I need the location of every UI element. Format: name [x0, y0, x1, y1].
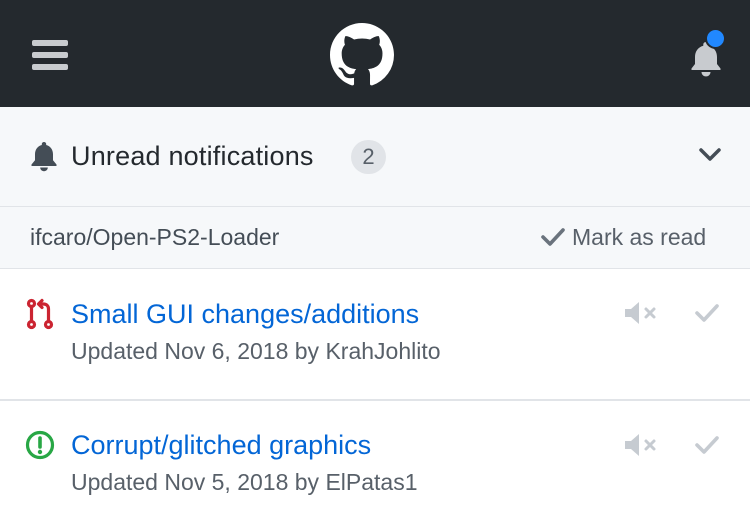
hamburger-icon: [32, 40, 68, 46]
mute-icon[interactable]: [622, 299, 658, 327]
unread-indicator-dot: [705, 28, 726, 49]
notification-meta: Updated Nov 5, 2018 by ElPatas1: [71, 469, 418, 495]
hamburger-icon-bar: [32, 64, 68, 70]
mark-read-check-icon[interactable]: [693, 301, 721, 325]
notification-row[interactable]: Corrupt/glitched graphics Updated Nov 5,…: [0, 401, 750, 528]
hamburger-menu-button[interactable]: [30, 38, 70, 72]
section-title: Unread notifications: [71, 141, 314, 171]
notification-meta: Updated Nov 6, 2018 by KrahJohlito: [71, 338, 441, 364]
git-pull-request-icon: [26, 298, 54, 330]
mute-icon[interactable]: [622, 431, 658, 459]
mark-as-read-label: Mark as read: [572, 224, 707, 250]
top-navigation-bar: [0, 0, 750, 107]
notification-row[interactable]: Small GUI changes/additions Updated Nov …: [0, 269, 750, 401]
notification-title-link[interactable]: Corrupt/glitched graphics: [71, 428, 371, 462]
repository-name-link[interactable]: ifcaro/Open-PS2-Loader: [30, 222, 279, 252]
hamburger-icon-bar: [32, 52, 68, 58]
mark-as-read-button[interactable]: Mark as read: [540, 222, 706, 252]
bell-icon: [31, 142, 57, 172]
mark-read-check-icon[interactable]: [693, 433, 721, 457]
unread-count-badge: 2: [351, 140, 386, 174]
chevron-down-icon[interactable]: [696, 143, 724, 167]
notification-title-link[interactable]: Small GUI changes/additions: [71, 297, 419, 331]
github-octocat-icon[interactable]: [330, 23, 394, 87]
issue-opened-icon: [25, 430, 55, 460]
check-icon: [541, 228, 565, 246]
